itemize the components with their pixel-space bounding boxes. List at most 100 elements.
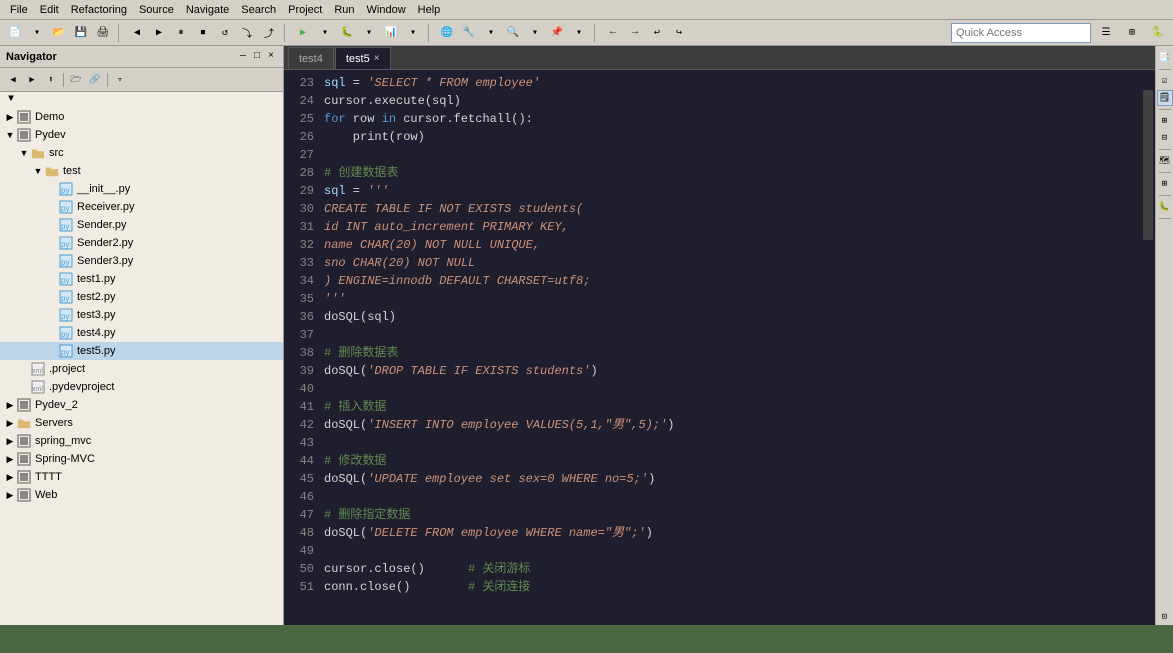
right-icon-debug[interactable]: 🐛 <box>1157 199 1173 215</box>
tree-item-init[interactable]: py __init__.py <box>0 180 283 198</box>
toolbar-cov-btn[interactable]: 📊 <box>380 23 402 43</box>
tree-item-receiver[interactable]: py Receiver.py <box>0 198 283 216</box>
toolbar-cov-dropdown[interactable]: ▾ <box>402 23 424 43</box>
toolbar-step-btn[interactable]: ⤵ <box>236 23 258 43</box>
right-icon-console[interactable]: ⊞ <box>1157 176 1173 192</box>
tree-item-test[interactable]: ▼ test <box>0 162 283 180</box>
toolbar-debug-dropdown[interactable]: ▾ <box>358 23 380 43</box>
line-num-26: 26 <box>284 128 320 146</box>
menu-run[interactable]: Run <box>328 2 360 18</box>
right-icon-active[interactable]: 🗒 <box>1157 90 1173 106</box>
toolbar-print-btn[interactable]: 🖨 <box>92 23 114 43</box>
tree-item-web[interactable]: ▶ Web <box>0 486 283 504</box>
menu-edit[interactable]: Edit <box>34 2 65 18</box>
toolbar-stop-btn[interactable]: ⏹ <box>192 23 214 43</box>
toolbar-new-btn[interactable]: 📄 <box>4 23 26 43</box>
tree-item-pydev2[interactable]: ▶ Pydev_2 <box>0 396 283 414</box>
toolbar-ext2-btn[interactable]: 🔧 <box>458 23 480 43</box>
menu-source[interactable]: Source <box>133 2 180 18</box>
tree-item-pydev[interactable]: ▼ Pydev <box>0 126 283 144</box>
code-line-41: # 插入数据 <box>324 398 1141 416</box>
toolbar-ext4-btn[interactable]: 🔍 <box>502 23 524 43</box>
code-line-44: # 修改数据 <box>324 452 1141 470</box>
menu-file[interactable]: File <box>4 2 34 18</box>
tree-item-spring_MVC[interactable]: ▶ Spring-MVC <box>0 450 283 468</box>
navigator-controls: — □ × <box>237 50 277 63</box>
code-content[interactable]: sql = 'SELECT * FROM employee'cursor.exe… <box>320 70 1141 625</box>
tree-item-servers[interactable]: ▶ Servers <box>0 414 283 432</box>
toolbar-redo-btn[interactable]: ↪ <box>668 23 690 43</box>
right-icon-bookmarks[interactable]: 📑 <box>1157 50 1173 66</box>
toolbar-undo-btn[interactable]: ↩ <box>646 23 668 43</box>
toolbar-refresh-btn[interactable]: ↺ <box>214 23 236 43</box>
toolbar-back-btn[interactable]: ← <box>602 23 624 43</box>
tree-icon-dotproject: xml <box>30 361 46 377</box>
tree-item-test2[interactable]: py test2.py <box>0 288 283 306</box>
menu-help[interactable]: Help <box>412 2 447 18</box>
tree-item-test1[interactable]: py test1.py <box>0 270 283 288</box>
menu-search[interactable]: Search <box>235 2 282 18</box>
toolbar-save-btn[interactable]: 💾 <box>70 23 92 43</box>
toolbar-step2-btn[interactable]: ⤴ <box>258 23 280 43</box>
nav-forward-btn[interactable]: ▶ <box>23 71 41 89</box>
toolbar-pause-btn[interactable]: ⏸ <box>170 23 192 43</box>
menu-project[interactable]: Project <box>282 2 328 18</box>
right-icon-outline[interactable]: ⊞ <box>1157 113 1173 129</box>
toolbar-ext5-btn[interactable]: ▾ <box>524 23 546 43</box>
tree-item-test5[interactable]: py test5.py <box>0 342 283 360</box>
tree-item-spring_mvc[interactable]: ▶ spring_mvc <box>0 432 283 450</box>
right-icon-search[interactable]: ⊟ <box>1157 130 1173 146</box>
nav-back-btn[interactable]: ◀ <box>4 71 22 89</box>
maximize-icon[interactable]: ⊞ <box>1121 23 1143 43</box>
right-icon-tasks[interactable]: ☑ <box>1157 73 1173 89</box>
tree-item-sender[interactable]: py Sender.py <box>0 216 283 234</box>
toolbar-next-btn[interactable]: ▶ <box>148 23 170 43</box>
tree-item-sender3[interactable]: py Sender3.py <box>0 252 283 270</box>
tree-label-test1: test1.py <box>77 273 116 285</box>
editor-scrollbar[interactable] <box>1141 70 1155 625</box>
toolbar-ext3-btn[interactable]: ▾ <box>480 23 502 43</box>
line-num-51: 51 <box>284 578 320 596</box>
toolbar-open-btn[interactable]: 📂 <box>48 23 70 43</box>
right-icon-bottom[interactable]: ⊡ <box>1157 609 1173 625</box>
tree-item-demo[interactable]: ▶ Demo <box>0 108 283 126</box>
navigator-minimize-btn[interactable]: — <box>237 50 249 63</box>
toolbar-ext-btn[interactable]: 🌐 <box>436 23 458 43</box>
collapse-arrow-icon[interactable]: ▼ <box>8 94 14 105</box>
python-icon[interactable]: 🐍 <box>1147 23 1169 43</box>
tree-item-dotproject[interactable]: xml .project <box>0 360 283 378</box>
toolbar-ext7-btn[interactable]: ▾ <box>568 23 590 43</box>
quick-access-input[interactable] <box>951 23 1091 43</box>
tab-test5-close[interactable]: × <box>374 53 380 64</box>
navigator-close-btn[interactable]: × <box>265 50 277 63</box>
menu-window[interactable]: Window <box>361 2 412 18</box>
toolbar-run-btn[interactable]: ▶ <box>292 23 314 43</box>
tree-item-dotpydev[interactable]: xml .pydevproject <box>0 378 283 396</box>
tree-item-test4[interactable]: py test4.py <box>0 324 283 342</box>
perspective-switch-icon[interactable]: ☰ <box>1095 23 1117 43</box>
toolbar-new-dropdown[interactable]: ▾ <box>26 23 48 43</box>
menu-navigate[interactable]: Navigate <box>180 2 235 18</box>
navigator-panel: Navigator — □ × ◀ ▶ ⬆ 🗁 🔗 ▿ ▼ ▶ <box>0 46 284 625</box>
toolbar-ext6-btn[interactable]: 📌 <box>546 23 568 43</box>
tree-item-sender2[interactable]: py Sender2.py <box>0 234 283 252</box>
tree-item-tttt[interactable]: ▶ TTTT <box>0 468 283 486</box>
toolbar-run-dropdown[interactable]: ▾ <box>314 23 336 43</box>
menu-refactoring[interactable]: Refactoring <box>65 2 133 18</box>
tab-test4[interactable]: test4 <box>288 47 334 69</box>
nav-filter-btn[interactable]: ▿ <box>111 71 129 89</box>
nav-up-btn[interactable]: ⬆ <box>42 71 60 89</box>
tab-test5[interactable]: test5 × <box>335 47 391 69</box>
right-icon-map[interactable]: 🗺 <box>1157 153 1173 169</box>
toolbar-debug-btn[interactable]: 🐛 <box>336 23 358 43</box>
toolbar-fwd-btn[interactable]: → <box>624 23 646 43</box>
nav-collapse-all-btn[interactable]: 🗁 <box>67 71 85 89</box>
nav-link-btn[interactable]: 🔗 <box>86 71 104 89</box>
tree-item-test3[interactable]: py test3.py <box>0 306 283 324</box>
navigator-maximize-btn[interactable]: □ <box>251 50 263 63</box>
tree-label-sender: Sender.py <box>77 219 127 231</box>
toolbar-prev-btn[interactable]: ◀ <box>126 23 148 43</box>
tree-item-src[interactable]: ▼ src <box>0 144 283 162</box>
scroll-thumb[interactable] <box>1143 90 1153 240</box>
code-line-40 <box>324 380 1141 398</box>
